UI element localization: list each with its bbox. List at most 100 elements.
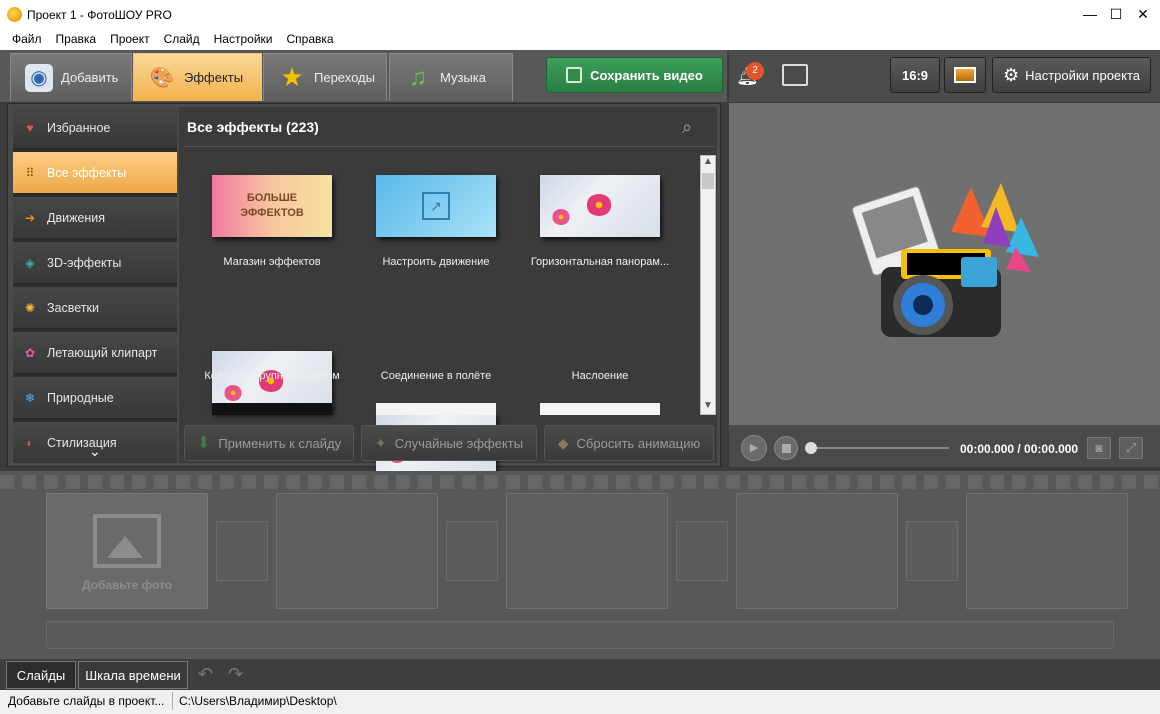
tab-timeline[interactable]: Шкала времени bbox=[78, 661, 188, 689]
seek-handle[interactable] bbox=[805, 442, 817, 454]
stop-icon[interactable] bbox=[774, 436, 798, 460]
photos-icon[interactable] bbox=[782, 64, 808, 86]
category-favorites[interactable]: ♥ Избранное bbox=[13, 107, 177, 150]
aspect-ratio-button[interactable]: 16:9 bbox=[890, 57, 940, 93]
palette-icon: 🎨 bbox=[149, 67, 175, 89]
clipart-icon: ✿ bbox=[24, 345, 36, 360]
effect-label: Магазин эффектов bbox=[223, 256, 321, 268]
undo-icon[interactable]: ↶ bbox=[198, 664, 213, 685]
window-title: Проект 1 - ФотоШОУ PRO bbox=[27, 8, 172, 22]
status-message: Добавьте слайды в проект... bbox=[8, 694, 165, 708]
reset-label: Сбросить анимацию bbox=[576, 435, 701, 451]
search-icon[interactable]: ⌕ bbox=[682, 117, 692, 138]
menu-bar: Файл Правка Проект Слайд Настройки Справка bbox=[0, 30, 1160, 50]
reset-animation-button[interactable]: ◆ Сбросить анимацию bbox=[544, 425, 714, 461]
tab-slides[interactable]: Слайды bbox=[6, 661, 76, 689]
transition-slot[interactable] bbox=[906, 521, 958, 581]
tab-label: Музыка bbox=[440, 70, 486, 85]
effect-thumb-partial[interactable] bbox=[540, 403, 660, 415]
eraser-icon: ◆ bbox=[557, 434, 569, 451]
download-arrow-icon: ⬇ bbox=[196, 435, 211, 452]
close-button[interactable]: ✕ bbox=[1133, 4, 1153, 24]
apply-to-slide-button[interactable]: ⬇ Применить к слайду bbox=[184, 425, 354, 461]
sun-icon: ✺ bbox=[24, 300, 36, 315]
tab-label: Переходы bbox=[314, 70, 375, 85]
project-settings-button[interactable]: ⚙ Настройки проекта bbox=[992, 57, 1151, 93]
slide-slot[interactable] bbox=[736, 493, 898, 609]
scroll-up-icon[interactable]: ▲ bbox=[703, 156, 713, 167]
add-photo-label: Добавьте фото bbox=[81, 578, 173, 592]
app-logo-icon bbox=[7, 7, 22, 22]
grid-icon: ⠿ bbox=[25, 165, 35, 180]
menu-edit[interactable]: Правка bbox=[49, 30, 104, 48]
player-bar: ▶ 00:00.000 / 00:00.000 ◙ ⤢ bbox=[729, 425, 1160, 467]
chevron-down-icon[interactable]: ⌄ bbox=[89, 443, 101, 460]
save-video-label: Сохранить видео bbox=[590, 67, 703, 83]
seek-track[interactable] bbox=[807, 447, 949, 449]
category-3d[interactable]: ◈ 3D-эффекты bbox=[13, 242, 177, 285]
random-effects-button[interactable]: ✦ Случайные эффекты bbox=[361, 425, 537, 461]
effect-thumb-custom-motion[interactable]: ↗ bbox=[376, 175, 496, 237]
effect-thumb-partial[interactable] bbox=[376, 403, 496, 415]
project-settings-label: Настройки проекта bbox=[1025, 67, 1141, 83]
maximize-button[interactable]: ☐ bbox=[1106, 4, 1126, 24]
effect-thumb-partial[interactable] bbox=[212, 403, 332, 415]
floppy-disk-icon bbox=[566, 67, 583, 83]
category-label: Все эффекты bbox=[47, 165, 127, 180]
category-motions[interactable]: ➔ Движения bbox=[13, 197, 177, 240]
menu-project[interactable]: Проект bbox=[103, 30, 157, 48]
menu-file[interactable]: Файл bbox=[0, 30, 49, 48]
cube-icon: ◈ bbox=[25, 255, 35, 270]
transition-slot[interactable] bbox=[446, 521, 498, 581]
effects-scrollbar[interactable]: ▲ ▼ bbox=[700, 155, 716, 415]
category-nature[interactable]: ❄ Природные bbox=[13, 377, 177, 420]
image-frame-icon bbox=[954, 67, 976, 83]
notification-badge: 2 bbox=[746, 62, 764, 80]
effect-label: Горизонтальная панорам... bbox=[530, 256, 670, 268]
slide-slot[interactable] bbox=[276, 493, 438, 609]
category-clipart[interactable]: ✿ Летающий клипарт bbox=[13, 332, 177, 375]
heart-icon: ♥ bbox=[26, 120, 34, 135]
music-note-icon: ♫ bbox=[409, 63, 427, 91]
tab-add[interactable]: ◉ Добавить bbox=[10, 53, 132, 101]
category-all-effects[interactable]: ⠿ Все эффекты bbox=[13, 152, 177, 195]
divider bbox=[184, 146, 714, 147]
redo-icon[interactable]: ↷ bbox=[228, 664, 243, 685]
slide-slot[interactable] bbox=[966, 493, 1128, 609]
tab-transitions[interactable]: ★ Переходы bbox=[263, 53, 387, 101]
resize-gear-icon: ↗ bbox=[422, 192, 450, 220]
tab-label: Эффекты bbox=[184, 70, 244, 85]
transition-slot[interactable] bbox=[216, 521, 268, 581]
minimize-button[interactable]: — bbox=[1080, 4, 1100, 24]
star-icon: ★ bbox=[280, 62, 304, 92]
scroll-down-icon[interactable]: ▼ bbox=[703, 400, 713, 411]
category-lights[interactable]: ✺ Засветки bbox=[13, 287, 177, 330]
category-label: Избранное bbox=[47, 120, 111, 135]
title-bar: Проект 1 - ФотоШОУ PRO — ☐ ✕ bbox=[0, 0, 1160, 30]
tab-effects[interactable]: 🎨 Эффекты bbox=[133, 53, 262, 101]
category-label: Движения bbox=[47, 210, 106, 225]
effect-thumb-pan[interactable] bbox=[540, 175, 660, 237]
audio-track[interactable] bbox=[46, 621, 1114, 649]
menu-help[interactable]: Справка bbox=[279, 30, 340, 48]
snapshot-camera-icon[interactable]: ◙ bbox=[1087, 437, 1111, 459]
add-photo-slot[interactable]: Добавьте фото bbox=[46, 493, 208, 609]
camera-logo-icon bbox=[852, 183, 1039, 337]
effect-label: Коллаж с крупным планом bbox=[204, 370, 340, 382]
film-perforation bbox=[0, 475, 1160, 489]
effect-thumb-shop[interactable]: БОЛЬШЕ ЭФФЕКТОВ bbox=[212, 175, 332, 237]
menu-settings[interactable]: Настройки bbox=[207, 30, 280, 48]
save-video-button[interactable]: Сохранить видео bbox=[546, 57, 723, 93]
scroll-thumb[interactable] bbox=[702, 173, 714, 189]
category-label: Природные bbox=[47, 390, 114, 405]
tab-music[interactable]: ♫ Музыка bbox=[389, 53, 513, 101]
background-button[interactable] bbox=[944, 57, 986, 93]
effect-thumb-text: БОЛЬШЕ ЭФФЕКТОВ bbox=[240, 192, 304, 219]
sparkle-icon: ✦ bbox=[374, 434, 387, 451]
play-icon[interactable]: ▶ bbox=[741, 435, 767, 461]
transition-slot[interactable] bbox=[676, 521, 728, 581]
fullscreen-icon[interactable]: ⤢ bbox=[1119, 437, 1143, 459]
slide-slot[interactable] bbox=[506, 493, 668, 609]
time-display: 00:00.000 / 00:00.000 bbox=[960, 442, 1079, 456]
menu-slide[interactable]: Слайд bbox=[157, 30, 207, 48]
